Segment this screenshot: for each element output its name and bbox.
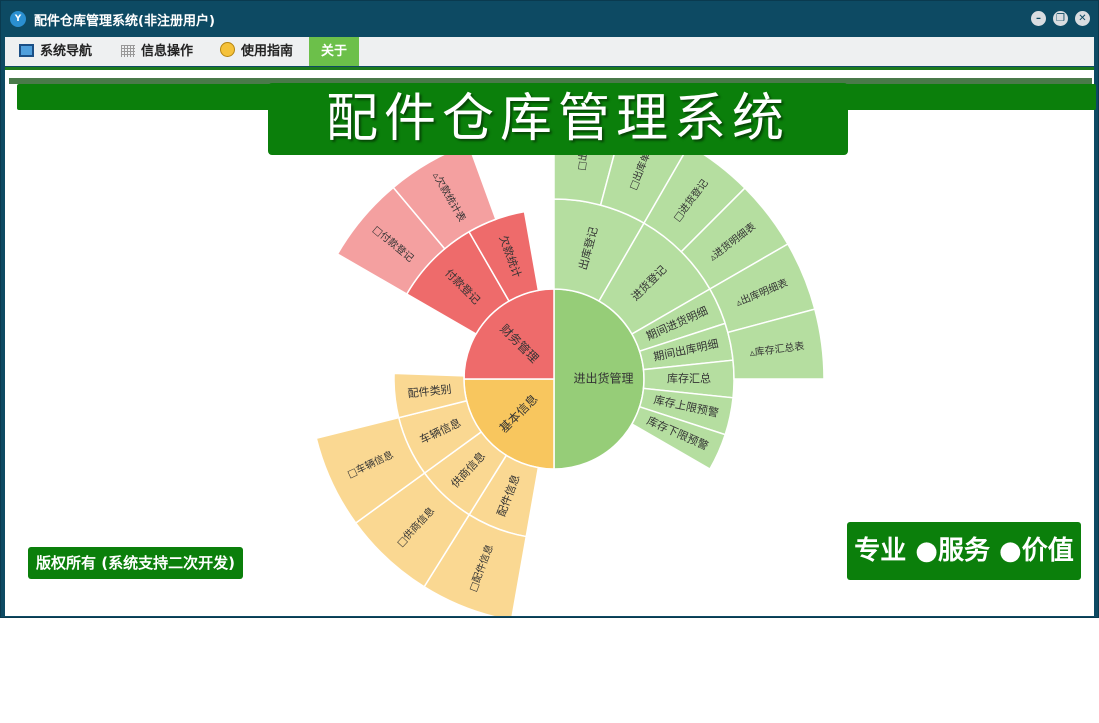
segment-inout-label: 进出货管理 [573, 371, 633, 386]
system-title-banner: 配件仓库管理系统 [268, 83, 848, 155]
menu-bar: 系统导航 信息操作 使用指南 关于 [5, 37, 1094, 66]
main-content: 进出货管理 基本信息 财务管理 出库登记 进货登记 期间进货明细 期间出库明细 库存汇总 库存上… [5, 67, 1096, 616]
menu-about[interactable]: 关于 [309, 37, 360, 66]
window-title: 配件仓库管理系统(非注册用户) [34, 14, 215, 29]
restore-icon[interactable]: ❐ [1053, 11, 1068, 26]
app-window: Y 配件仓库管理系统(非注册用户) – ❐ ✕ 系统导航 信息操作 使用指南 关… [0, 0, 1099, 618]
grid-icon [121, 45, 135, 57]
menu-info-ops[interactable]: 信息操作 [121, 37, 193, 66]
monitor-icon [19, 44, 34, 57]
menu-user-guide[interactable]: 使用指南 [220, 37, 293, 66]
menu-label: 使用指南 [241, 44, 294, 59]
segment-sub-label: 库存汇总 [667, 371, 711, 385]
menu-system-nav[interactable]: 系统导航 [19, 37, 92, 66]
app-logo-icon: Y [10, 11, 26, 27]
title-bar[interactable]: Y 配件仓库管理系统(非注册用户) – ❐ ✕ [1, 1, 1098, 36]
copyright-badge: 版权所有 (系统支持二次开发) [28, 547, 243, 579]
minimize-icon[interactable]: – [1031, 11, 1046, 26]
close-icon[interactable]: ✕ [1075, 11, 1090, 26]
slogan-badge: 专业 ●服务 ●价值 [847, 522, 1081, 580]
menu-label: 关于 [321, 44, 348, 59]
bulb-icon [220, 42, 235, 57]
menu-label: 系统导航 [40, 44, 93, 59]
menu-label: 信息操作 [141, 44, 194, 59]
